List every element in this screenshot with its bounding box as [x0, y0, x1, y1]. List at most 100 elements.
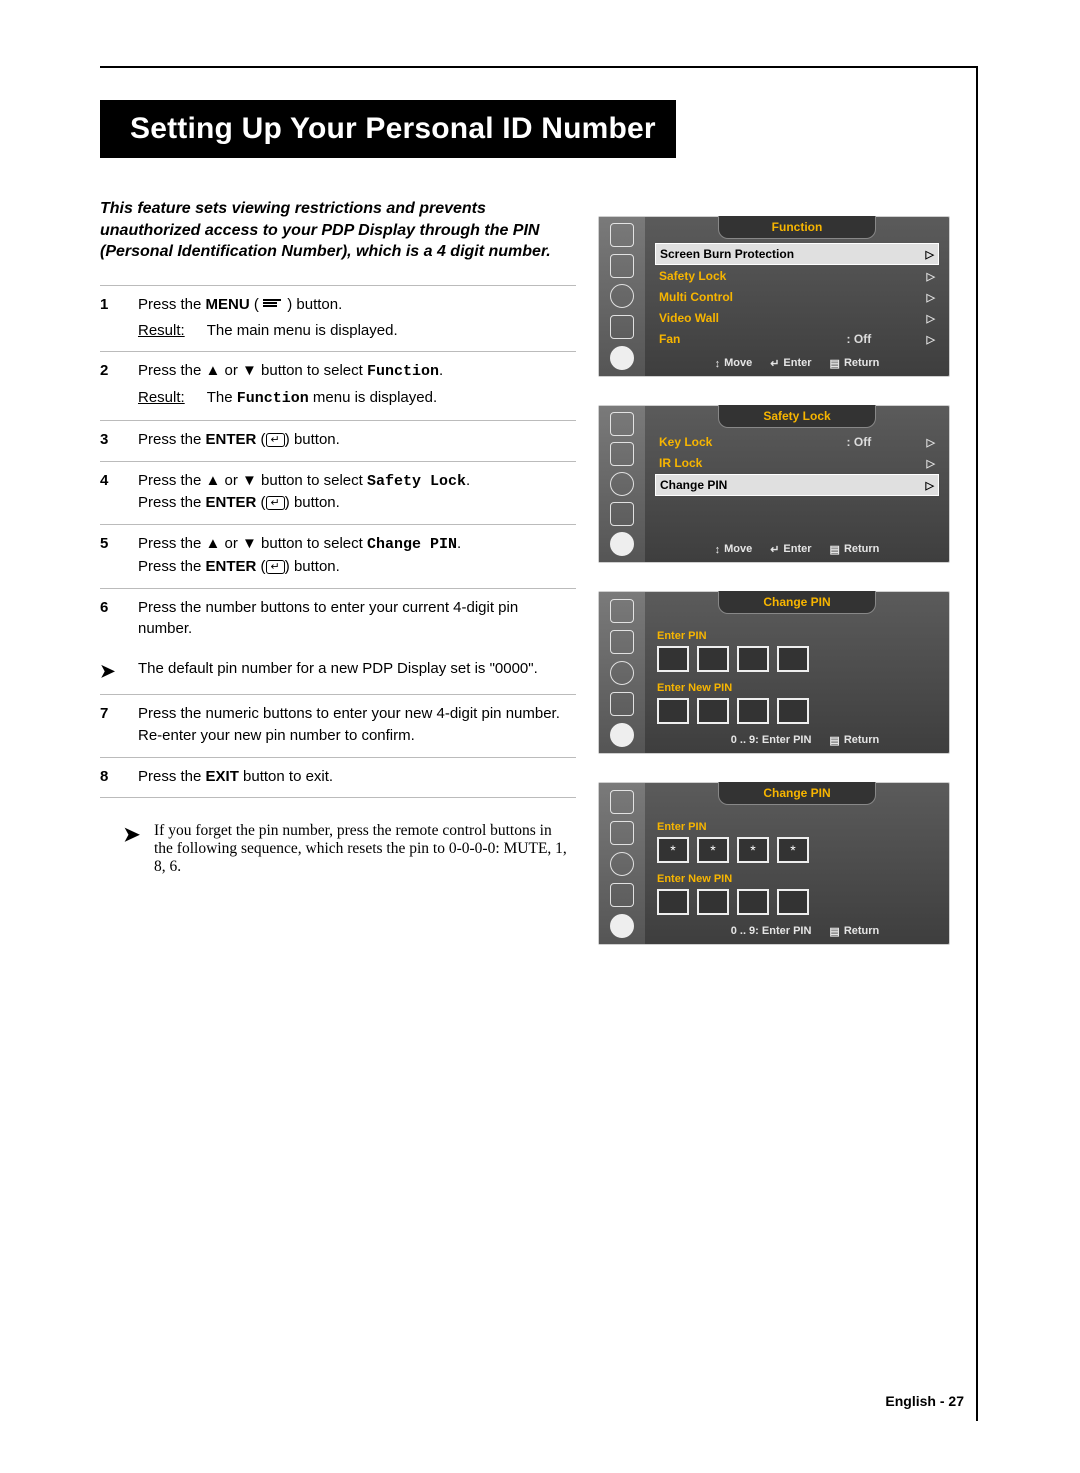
pin-cell — [657, 646, 689, 672]
step-5: 5 Press the ▲ or ▼ button to select Chan… — [100, 525, 576, 589]
chevron-right-icon: ▷ — [926, 248, 934, 261]
step-2: 2 Press the ▲ or ▼ button to select Func… — [100, 352, 576, 421]
osd-footer: Move Enter Return — [645, 351, 949, 376]
sidebar-icon — [610, 821, 634, 845]
osd-sidebar — [599, 406, 645, 562]
osd-change-pin-empty: Change PIN Enter PIN Enter New PIN — [598, 591, 950, 754]
sidebar-icon — [610, 661, 634, 685]
chevron-right-icon: ▷ — [927, 333, 935, 346]
osd-items: Screen Burn Protection▷ Safety Lock▷ Mul… — [645, 239, 949, 351]
osd-safety-lock: Safety Lock Key Lock: Off▷ IR Lock▷ Chan… — [598, 405, 950, 563]
chevron-right-icon: ▷ — [927, 312, 935, 325]
enter-pin-label: Enter PIN — [657, 630, 937, 642]
step-3: 3 Press the ENTER (↵) button. — [100, 421, 576, 462]
sidebar-icon — [610, 630, 634, 654]
pin-cell — [777, 646, 809, 672]
sidebar-icon — [610, 472, 634, 496]
enter-new-pin-cells — [657, 889, 937, 915]
step-7: 7 Press the numeric buttons to enter you… — [100, 695, 576, 758]
pin-cell — [697, 889, 729, 915]
steps-list: 1 Press the MENU ( ) button. Result: The… — [100, 285, 576, 799]
sidebar-icon — [610, 442, 634, 466]
return-hint: Return — [830, 357, 880, 370]
tail-note: ➤ If you forget the pin number, press th… — [100, 822, 576, 876]
content-column: This feature sets viewing restrictions a… — [100, 190, 576, 876]
step-4: 4 Press the ▲ or ▼ button to select Safe… — [100, 462, 576, 526]
sidebar-icon — [610, 315, 634, 339]
sidebar-icon-selected — [610, 346, 634, 370]
osd-title: Safety Lock — [718, 405, 876, 428]
osd-item: Fan: Off▷ — [655, 329, 939, 349]
osd-footer: Move Enter Return — [645, 537, 949, 562]
move-hint: Move — [715, 543, 753, 556]
osd-function: Function Screen Burn Protection▷ Safety … — [598, 216, 950, 377]
chevron-right-icon: ▷ — [926, 479, 934, 492]
step-1: 1 Press the MENU ( ) button. Result: The… — [100, 286, 576, 353]
pin-cell — [777, 889, 809, 915]
sidebar-icon-selected — [610, 914, 634, 938]
sidebar-icon — [610, 883, 634, 907]
numeric-hint: 0 .. 9: Enter PIN — [715, 734, 812, 747]
return-hint: Return — [830, 543, 880, 556]
sidebar-icon — [610, 599, 634, 623]
pin-cell: * — [657, 837, 689, 863]
pin-cell — [737, 646, 769, 672]
chevron-right-icon: ▷ — [927, 436, 935, 449]
sidebar-icon-selected — [610, 723, 634, 747]
osd-title: Change PIN — [718, 782, 876, 805]
osd-sidebar — [599, 217, 645, 376]
osd-title: Function — [718, 216, 876, 239]
return-hint: Return — [829, 734, 879, 747]
osd-item: Multi Control▷ — [655, 287, 939, 307]
enter-new-pin-label: Enter New PIN — [657, 682, 937, 694]
sidebar-icon — [610, 223, 634, 247]
enter-new-pin-cells — [657, 698, 937, 724]
osd-footer: 0 .. 9: Enter PIN Return — [645, 919, 949, 944]
enter-pin-cells — [657, 646, 937, 672]
osd-item: Key Lock: Off▷ — [655, 432, 939, 452]
intro-text: This feature sets viewing restrictions a… — [100, 198, 576, 263]
pin-cell — [737, 698, 769, 724]
sidebar-icon — [610, 254, 634, 278]
osd-item-selected: Change PIN▷ — [655, 474, 939, 496]
osd-item: IR Lock▷ — [655, 453, 939, 473]
step-6-note: ➤ The default pin number for a new PDP D… — [100, 650, 576, 695]
return-hint: Return — [829, 925, 879, 938]
osd-footer: 0 .. 9: Enter PIN Return — [645, 728, 949, 753]
enter-icon: ↵ — [266, 496, 285, 510]
chevron-right-icon: ▷ — [927, 291, 935, 304]
osd-sidebar — [599, 783, 645, 944]
pin-cell — [657, 698, 689, 724]
enter-new-pin-label: Enter New PIN — [657, 873, 937, 885]
page-number: English - 27 — [885, 1393, 964, 1409]
enter-icon: ↵ — [266, 433, 285, 447]
sidebar-icon-selected — [610, 532, 634, 556]
note-arrow-icon: ➤ — [100, 822, 140, 876]
document-page: Setting Up Your Personal ID Number This … — [0, 0, 1080, 1473]
move-hint: Move — [715, 357, 753, 370]
sidebar-icon — [610, 284, 634, 308]
osd-items: Key Lock: Off▷ IR Lock▷ Change PIN▷ — [645, 428, 949, 537]
sidebar-icon — [610, 852, 634, 876]
pin-cell — [697, 698, 729, 724]
pin-cell: * — [777, 837, 809, 863]
sidebar-icon — [610, 412, 634, 436]
step-6: 6 Press the number buttons to enter your… — [100, 589, 576, 651]
enter-hint: Enter — [770, 357, 811, 370]
step-8: 8 Press the EXIT button to exit. — [100, 758, 576, 799]
osd-item: Video Wall▷ — [655, 308, 939, 328]
sidebar-icon — [610, 692, 634, 716]
title-bar: Setting Up Your Personal ID Number — [100, 100, 676, 158]
chevron-right-icon: ▷ — [927, 457, 935, 470]
osd-item: Safety Lock▷ — [655, 266, 939, 286]
pin-cell — [737, 889, 769, 915]
page-title: Setting Up Your Personal ID Number — [130, 112, 658, 146]
note-arrow-icon: ➤ — [100, 658, 124, 684]
pin-cell — [777, 698, 809, 724]
sidebar-icon — [610, 502, 634, 526]
osd-column: Function Screen Burn Protection▷ Safety … — [598, 216, 950, 945]
osd-item-selected: Screen Burn Protection▷ — [655, 243, 939, 265]
pin-cell: * — [737, 837, 769, 863]
enter-icon: ↵ — [266, 560, 285, 574]
pin-cell — [697, 646, 729, 672]
